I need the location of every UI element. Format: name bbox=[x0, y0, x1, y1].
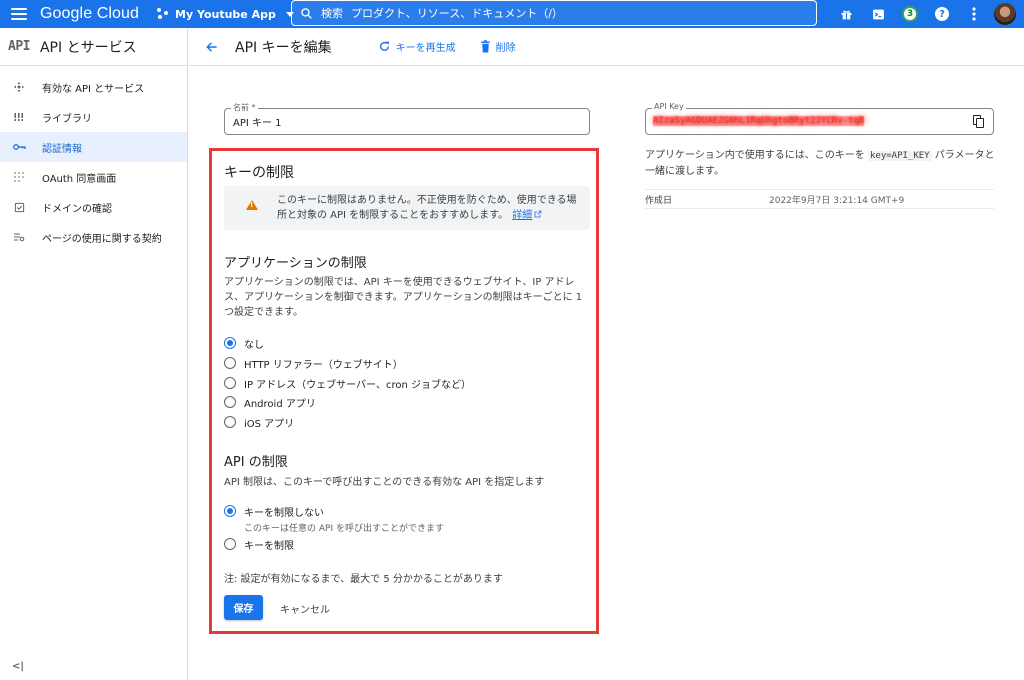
api-option-dont-restrict[interactable]: キーを制限しない このキーは任意の API を呼び出すことができます bbox=[224, 504, 444, 534]
delete-button[interactable]: 削除 bbox=[480, 39, 516, 54]
app-option-ip-address[interactable]: IP アドレス（ウェブサーバー、cron ジョブなど） bbox=[224, 376, 471, 391]
help-text-before: アプリケーション内で使用するには、このキーを bbox=[645, 150, 868, 161]
api-logo: API bbox=[8, 39, 30, 54]
app-restrictions-description: アプリケーションの制限では、API キーを使用できるウェブサイト、IP アドレス… bbox=[224, 277, 583, 318]
radio-label: キーを制限しない bbox=[244, 508, 324, 519]
warning-icon bbox=[246, 200, 258, 210]
sidebar-item-label: ライブラリ bbox=[42, 113, 92, 125]
learn-more-label: 詳細 bbox=[512, 210, 533, 221]
sidebar-title: API とサービス bbox=[39, 39, 137, 56]
api-restrictions-heading: API の制限 bbox=[224, 455, 288, 470]
key-restrictions-heading: キーの制限 bbox=[224, 165, 294, 181]
created-label: 作成日 bbox=[645, 195, 673, 206]
project-selector[interactable]: My Youtube App bbox=[157, 8, 294, 21]
app-restrictions-heading: アプリケーションの制限 bbox=[224, 256, 367, 271]
collapse-sidebar-icon[interactable]: <| bbox=[12, 661, 24, 672]
radio-label: Android アプリ bbox=[244, 399, 316, 410]
name-field[interactable]: 名前 * bbox=[224, 102, 590, 135]
sidebar-item-enabled-apis[interactable]: 有効な API とサービス bbox=[0, 72, 187, 102]
sidebar-item-library[interactable]: ライブラリ bbox=[0, 102, 187, 132]
notification-count-badge: 3 bbox=[902, 6, 918, 22]
cloud-shell-icon[interactable] bbox=[862, 0, 894, 28]
page-title: API キーを編集 bbox=[235, 39, 332, 56]
radio-unselected[interactable] bbox=[224, 416, 236, 428]
radio-unselected[interactable] bbox=[224, 357, 236, 369]
regenerate-key-button[interactable]: キーを再生成 bbox=[378, 39, 456, 54]
radio-label: IP アドレス（ウェブサーバー、cron ジョブなど） bbox=[244, 380, 471, 391]
api-restrictions-description: API 制限は、このキーで呼び出すことのできる有効な API を指定します bbox=[224, 477, 545, 488]
created-date-row: 作成日 2022年9月7日 3:21:14 GMT+9 bbox=[645, 189, 994, 209]
radio-unselected[interactable] bbox=[224, 377, 236, 389]
refresh-icon bbox=[379, 41, 389, 51]
more-vert-icon[interactable] bbox=[958, 0, 990, 28]
app-option-android[interactable]: Android アプリ bbox=[224, 395, 316, 410]
regenerate-key-label: キーを再生成 bbox=[395, 43, 456, 54]
sidebar-header: API API とサービス bbox=[0, 28, 187, 66]
notifications-button[interactable]: 3 bbox=[894, 0, 926, 28]
sidebar-item-label: ドメインの確認 bbox=[42, 203, 112, 215]
radio-selected[interactable] bbox=[224, 337, 236, 349]
help-code: key=API_KEY bbox=[867, 151, 932, 161]
project-icon bbox=[157, 8, 169, 20]
radio-label: なし bbox=[244, 340, 264, 351]
sidebar-item-label: 認証情報 bbox=[42, 143, 82, 155]
name-input[interactable] bbox=[225, 109, 589, 134]
external-link-icon bbox=[534, 210, 542, 218]
copy-icon[interactable] bbox=[973, 115, 985, 128]
domain-icon bbox=[12, 200, 26, 214]
avatar[interactable] bbox=[994, 3, 1016, 25]
cancel-button[interactable]: キャンセル bbox=[280, 601, 330, 616]
key-icon bbox=[12, 140, 26, 154]
api-option-restrict-key[interactable]: キーを制限 bbox=[224, 537, 294, 552]
api-key-label: API Key bbox=[652, 102, 686, 111]
enabled-apis-icon bbox=[12, 80, 26, 94]
app-option-ios[interactable]: iOS アプリ bbox=[224, 415, 294, 430]
radio-label: iOS アプリ bbox=[244, 419, 295, 430]
api-key-usage-help: アプリケーション内で使用するには、このキーを key=API_KEY パラメータ… bbox=[645, 148, 995, 180]
sidebar-item-label: ページの使用に関する契約 bbox=[42, 233, 162, 245]
back-arrow-icon[interactable] bbox=[203, 38, 221, 56]
app-option-none[interactable]: なし bbox=[224, 336, 264, 351]
sidebar-item-label: OAuth 同意画面 bbox=[42, 173, 117, 185]
project-name: My Youtube App bbox=[175, 7, 276, 21]
search-icon bbox=[301, 7, 312, 19]
oauth-icon bbox=[12, 170, 26, 184]
radio-label: HTTP リファラー（ウェブサイト） bbox=[244, 360, 403, 371]
save-button[interactable]: 保存 bbox=[224, 595, 263, 620]
help-icon: ? bbox=[935, 7, 949, 21]
gift-icon[interactable] bbox=[830, 0, 862, 28]
warning-banner: このキーに制限はありません。不正使用を防ぐため、使用できる場所と対象の API … bbox=[224, 186, 590, 230]
library-icon bbox=[12, 110, 26, 124]
main-menu-icon[interactable] bbox=[8, 3, 30, 25]
app-option-http-referrer[interactable]: HTTP リファラー（ウェブサイト） bbox=[224, 356, 403, 371]
radio-selected[interactable] bbox=[224, 505, 236, 517]
learn-more-link[interactable]: 詳細 bbox=[512, 210, 542, 221]
api-key-value-redacted: AIzaSyAGDUAEZG0hL1RqUhgtoBRyt2JYCRv-tqB bbox=[653, 116, 865, 126]
radio-label: キーを制限 bbox=[244, 541, 294, 552]
top-app-bar: Google Cloud My Youtube App 検索 3 ? bbox=[0, 0, 1024, 28]
sidebar-item-label: 有効な API とサービス bbox=[42, 83, 145, 95]
sidebar-item-credentials[interactable]: 認証情報 bbox=[0, 132, 187, 162]
sidebar-item-domain-verification[interactable]: ドメインの確認 bbox=[0, 192, 187, 222]
left-sidebar: API API とサービス 有効な API とサービス ライブラリ 認証情報 O… bbox=[0, 28, 188, 680]
search-input[interactable] bbox=[351, 6, 651, 20]
help-button[interactable]: ? bbox=[926, 0, 958, 28]
propagation-note: 注: 設定が有効になるまで、最大で 5 分かかることがあります bbox=[224, 574, 503, 585]
agreement-icon bbox=[12, 230, 26, 244]
created-value: 2022年9月7日 3:21:14 GMT+9 bbox=[769, 195, 905, 206]
radio-sublabel: このキーは任意の API を呼び出すことができます bbox=[244, 524, 444, 534]
google-cloud-logo[interactable]: Google Cloud bbox=[40, 5, 139, 23]
search-label: 検索 bbox=[321, 7, 343, 20]
sidebar-item-page-usage-agreements[interactable]: ページの使用に関する契約 bbox=[0, 222, 187, 252]
page-header: API キーを編集 キーを再生成 削除 bbox=[189, 28, 1024, 66]
trash-icon bbox=[480, 40, 490, 53]
sidebar-item-oauth[interactable]: OAuth 同意画面 bbox=[0, 162, 187, 192]
radio-unselected[interactable] bbox=[224, 396, 236, 408]
radio-unselected[interactable] bbox=[224, 538, 236, 550]
name-field-label: 名前 * bbox=[231, 102, 258, 113]
search-bar[interactable]: 検索 bbox=[291, 0, 817, 26]
api-key-field: API Key AIzaSyAGDUAEZG0hL1RqUhgtoBRyt2JY… bbox=[645, 102, 994, 135]
delete-label: 削除 bbox=[495, 43, 516, 54]
